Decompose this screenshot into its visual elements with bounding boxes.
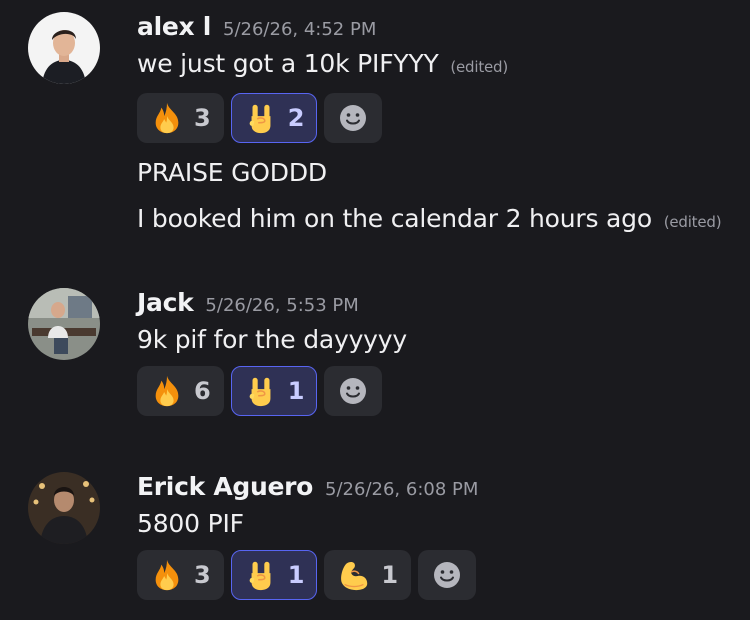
message-text: 5800 PIF [137,506,740,542]
edited-label: (edited) [450,58,509,76]
message-line-text: PRAISE GODDD [137,158,327,187]
message-content: Erick Aguero 5/26/26, 6:08 PM 5800 PIF 3 [137,472,740,600]
reaction-bar: 6 1 [137,366,740,416]
message-line-text: 5800 PIF [137,509,244,538]
reaction-flexed-biceps[interactable]: 1 [324,550,412,600]
username[interactable]: Erick Aguero [137,472,313,501]
fire-icon [155,102,179,134]
avatar-image [28,472,100,544]
message-header: Erick Aguero 5/26/26, 6:08 PM [137,472,740,506]
message-header: alex l 5/26/26, 4:52 PM [137,12,740,46]
message-text: we just got a 10k PIFYYY (edited) [137,46,740,85]
reaction-bar: 3 1 1 [137,550,740,600]
message-content: alex l 5/26/26, 4:52 PM we just got a 10… [137,12,740,240]
reaction-rock-on[interactable]: 1 [230,550,318,600]
reaction-fire[interactable]: 3 [137,550,224,600]
avatar-image [28,12,100,84]
edited-label: (edited) [663,213,722,231]
fire-icon [155,559,179,591]
reaction-count: 6 [194,377,211,405]
avatar[interactable] [28,472,100,544]
flexed-biceps-icon [341,562,368,591]
rock-on-hand-icon [249,377,271,407]
avatar[interactable] [28,288,100,360]
reaction-rock-on[interactable]: 2 [230,93,318,143]
avatar-image [28,288,100,360]
add-reaction-button[interactable] [324,93,383,143]
smiley-icon [340,378,367,404]
reaction-bar: 3 2 [137,93,740,143]
reaction-count: 3 [194,104,211,132]
message-line-text: we just got a 10k PIFYYY [137,49,439,78]
message-line-text: I booked him on the calendar 2 hours ago [137,204,652,233]
timestamp[interactable]: 5/26/26, 6:08 PM [325,479,478,500]
reaction-count: 3 [194,561,211,589]
add-reaction-button[interactable] [418,550,477,600]
rock-on-hand-icon [249,104,271,134]
reaction-count: 1 [381,561,399,589]
message-content: Jack 5/26/26, 5:53 PM 9k pif for the day… [137,288,740,416]
message-line-text: 9k pif for the dayyyyy [137,325,407,354]
reaction-count: 1 [287,561,305,589]
message-text: 9k pif for the dayyyyy [137,322,740,358]
smiley-icon [434,562,461,588]
username[interactable]: alex l [137,12,211,41]
timestamp[interactable]: 5/26/26, 5:53 PM [205,295,358,316]
message-text: I booked him on the calendar 2 hours ago… [137,201,740,240]
timestamp[interactable]: 5/26/26, 4:52 PM [223,19,376,40]
reaction-rock-on[interactable]: 1 [230,366,318,416]
message-header: Jack 5/26/26, 5:53 PM [137,288,740,322]
reaction-count: 2 [287,104,305,132]
add-reaction-button[interactable] [324,366,383,416]
username[interactable]: Jack [137,288,194,317]
reaction-fire[interactable]: 6 [137,366,224,416]
smiley-icon [340,105,367,131]
avatar[interactable] [28,12,100,84]
rock-on-hand-icon [249,561,271,591]
reaction-count: 1 [287,377,305,405]
reaction-fire[interactable]: 3 [137,93,224,143]
message-text: PRAISE GODDD [137,155,740,191]
fire-icon [155,375,179,407]
